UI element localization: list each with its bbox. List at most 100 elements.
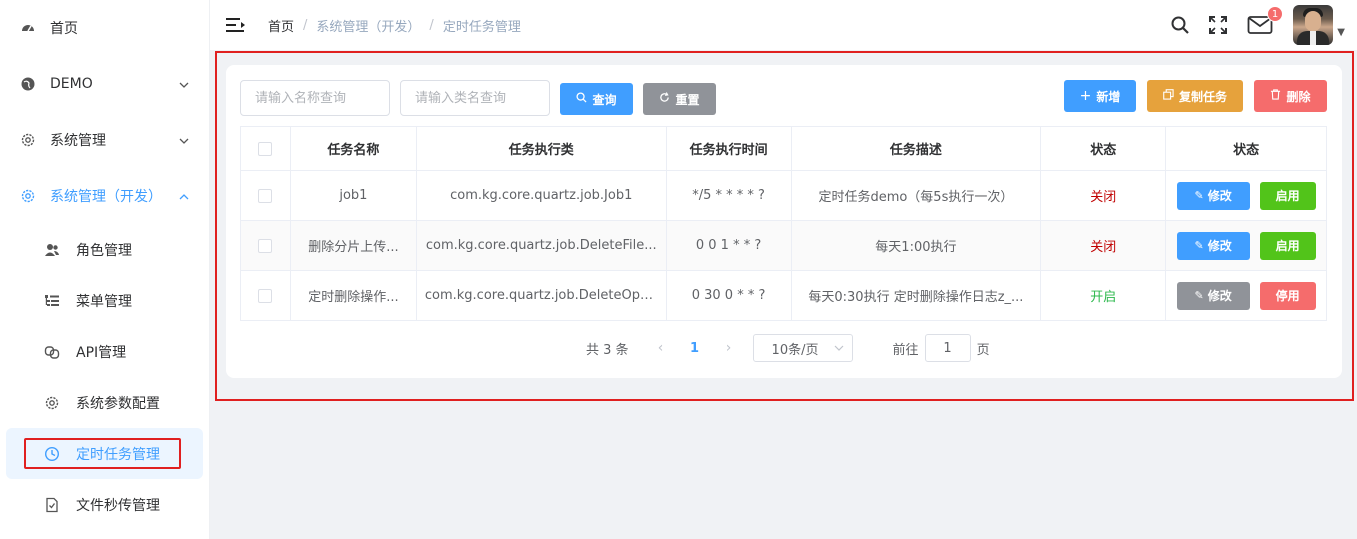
status-badge: 关闭 xyxy=(1090,240,1117,255)
sidebar-item-label: 文件秒传管理 xyxy=(76,497,160,514)
edit-button[interactable]: ✎ 修改 xyxy=(1176,231,1250,260)
task-description: 每天1:00执行 xyxy=(875,240,957,255)
task-cron: */5 * * * * ? xyxy=(692,188,765,203)
caret-down-icon[interactable]: ▼ xyxy=(1337,27,1345,38)
column-header: 状态 xyxy=(1041,127,1167,171)
row-checkbox[interactable] xyxy=(258,238,273,253)
search-icon xyxy=(576,92,588,106)
query-button[interactable]: 查询 xyxy=(560,83,633,115)
goto-page-input[interactable] xyxy=(924,334,971,362)
pencil-icon: ✎ xyxy=(1194,239,1204,252)
task-name: job1 xyxy=(339,188,368,203)
sidebar-item-label: 定时任务管理 xyxy=(76,446,160,463)
page-size-select[interactable]: 10条/页 xyxy=(752,334,853,362)
pagination: 共 3 条 ‹ 1 › 10条/页 前往 页 xyxy=(586,334,990,362)
task-class: com.kg.core.quartz.job.Job1 xyxy=(450,188,633,203)
delete-label: 删除 xyxy=(1286,89,1311,104)
reset-button[interactable]: 重置 xyxy=(643,83,716,115)
task-name: 定时删除操作... xyxy=(308,290,399,305)
task-cron: 0 30 0 * * ? xyxy=(691,288,766,303)
sidebar-item-label: API管理 xyxy=(76,344,127,361)
task-description: 每天0:30执行 定时删除操作日志z_... xyxy=(808,290,1024,305)
edit-button[interactable]: ✎ 修改 xyxy=(1176,281,1250,310)
table-header-row: 任务名称 任务执行类 任务执行时间 任务描述 状态 状态 xyxy=(241,127,1328,171)
sidebar-item-menus[interactable]: 菜单管理 xyxy=(0,275,209,326)
copy-task-label: 复制任务 xyxy=(1178,89,1227,104)
task-cron: 0 0 1 * * ? xyxy=(695,238,762,253)
column-header: 状态 xyxy=(1166,127,1328,171)
search-icon[interactable] xyxy=(1169,14,1191,36)
plus-icon: + xyxy=(1079,88,1092,104)
file-check-icon xyxy=(44,497,60,513)
breadcrumb: 首页 / 系统管理（开发） / 定时任务管理 xyxy=(268,16,521,35)
pencil-icon: ✎ xyxy=(1194,289,1204,302)
edit-label: 修改 xyxy=(1207,189,1232,203)
hamburger-icon[interactable] xyxy=(226,18,245,32)
link-icon xyxy=(44,344,60,360)
breadcrumb-separator: / xyxy=(303,17,308,33)
page-number[interactable]: 1 xyxy=(675,341,715,356)
add-button[interactable]: + 新增 xyxy=(1064,80,1136,112)
sidebar-item-params[interactable]: 系统参数配置 xyxy=(0,377,209,428)
select-all-checkbox[interactable] xyxy=(258,141,273,156)
chevron-down-icon xyxy=(179,77,189,91)
refresh-icon xyxy=(659,92,670,106)
select-all-cell xyxy=(241,127,291,171)
table-row: 定时删除操作... com.kg.core.quartz.job.DeleteO… xyxy=(241,271,1328,321)
edit-button[interactable]: ✎ 修改 xyxy=(1176,181,1250,210)
sidebar-item-label: 菜单管理 xyxy=(76,293,132,310)
fullscreen-icon[interactable] xyxy=(1207,14,1229,36)
trash-icon xyxy=(1270,89,1281,103)
sidebar-item-file-upload[interactable]: 文件秒传管理 xyxy=(0,479,209,530)
breadcrumb-home[interactable]: 首页 xyxy=(268,16,294,35)
breadcrumb-current: 定时任务管理 xyxy=(442,19,521,35)
task-name: 删除分片上传... xyxy=(308,240,399,255)
notification-badge: 1 xyxy=(1266,6,1284,22)
enable-button[interactable]: 启用 xyxy=(1259,181,1316,210)
enable-button[interactable]: 启用 xyxy=(1259,231,1316,260)
gear-icon xyxy=(44,395,60,411)
sidebar-item-label: 系统参数配置 xyxy=(76,395,160,412)
tree-list-icon xyxy=(44,293,60,309)
sidebar-item-system[interactable]: 系统管理 xyxy=(0,112,209,168)
reset-label: 重置 xyxy=(675,92,700,107)
class-search-input[interactable] xyxy=(400,80,550,116)
sidebar-item-label: DEMO xyxy=(50,76,93,92)
total-count: 共 3 条 xyxy=(586,342,629,358)
disable-button[interactable]: 停用 xyxy=(1259,281,1316,310)
table-row: 删除分片上传... com.kg.core.quartz.job.DeleteF… xyxy=(241,221,1328,271)
delete-button[interactable]: 删除 xyxy=(1254,80,1327,112)
copy-icon xyxy=(1163,89,1174,103)
dashboard-icon xyxy=(20,20,36,36)
sidebar-item-scheduled-tasks[interactable]: 定时任务管理 xyxy=(6,428,203,479)
status-badge: 关闭 xyxy=(1090,190,1117,205)
sidebar-item-roles[interactable]: 角色管理 xyxy=(0,224,209,275)
sidebar-item-system-dev[interactable]: 系统管理（开发） xyxy=(0,168,209,224)
query-label: 查询 xyxy=(592,92,617,107)
name-search-input[interactable] xyxy=(240,80,390,116)
users-icon xyxy=(44,242,60,258)
globe-icon xyxy=(20,76,36,92)
top-header: 首页 / 系统管理（开发） / 定时任务管理 1 ▼ xyxy=(210,0,1357,50)
task-class: com.kg.core.quartz.job.DeleteFile... xyxy=(425,238,657,253)
task-description: 定时任务demo（每5s执行一次） xyxy=(818,190,1014,205)
pencil-icon: ✎ xyxy=(1194,189,1204,202)
mail-icon[interactable]: 1 xyxy=(1247,6,1284,36)
sidebar-item-demo[interactable]: DEMO xyxy=(0,56,209,112)
task-card: 查询 重置 + 新增 复制任务 删除 任务名称 任务执行类 任务执行时间 任务描… xyxy=(226,65,1342,378)
chevron-down-icon xyxy=(834,343,844,354)
sidebar-item-api[interactable]: API管理 xyxy=(0,326,209,377)
row-checkbox[interactable] xyxy=(258,288,273,303)
sidebar-item-label: 角色管理 xyxy=(76,242,132,259)
column-header: 任务执行类 xyxy=(416,127,667,171)
column-header: 任务执行时间 xyxy=(666,127,792,171)
prev-page-icon[interactable]: ‹ xyxy=(647,340,675,356)
sidebar-item-home[interactable]: 首页 xyxy=(0,0,209,56)
next-page-icon[interactable]: › xyxy=(715,340,743,356)
page-size-value: 10条/页 xyxy=(771,342,819,358)
column-header: 任务名称 xyxy=(290,127,417,171)
copy-task-button[interactable]: 复制任务 xyxy=(1147,80,1243,112)
row-checkbox[interactable] xyxy=(258,188,273,203)
gear-icon xyxy=(20,188,36,204)
avatar[interactable] xyxy=(1293,5,1334,45)
